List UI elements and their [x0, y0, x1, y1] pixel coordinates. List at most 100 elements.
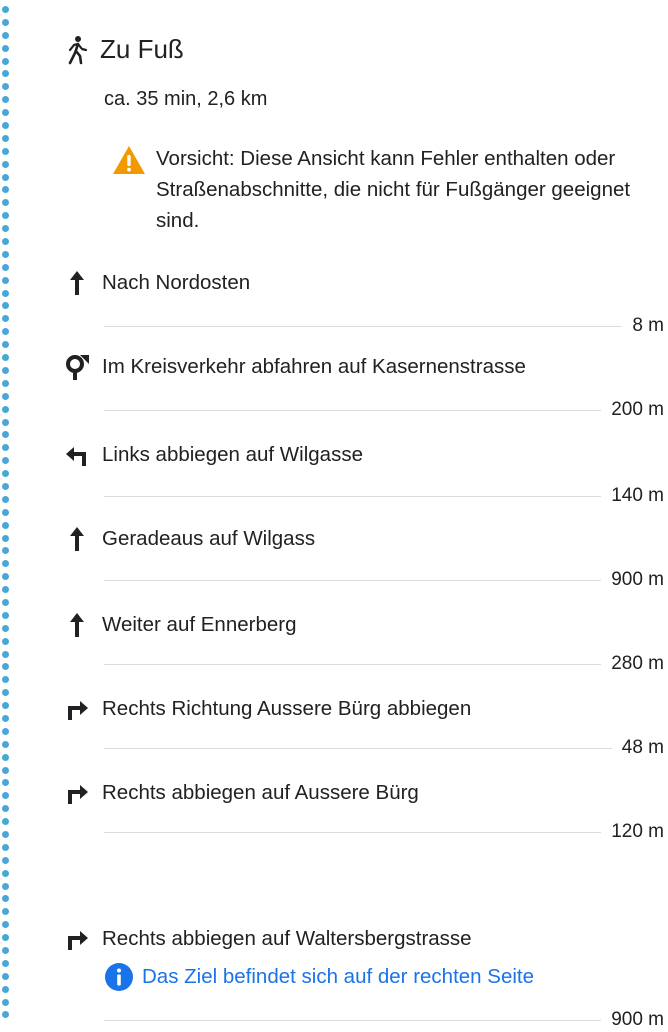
route-dot [1, 921, 9, 929]
route-dot [1, 805, 9, 813]
route-dot [1, 727, 9, 735]
route-dot [1, 238, 9, 246]
route-dot [1, 740, 9, 748]
step-distance: 200 m [611, 399, 664, 420]
route-dot [1, 534, 9, 542]
warning-text: Vorsicht: Diese Ansicht kann Fehler enth… [156, 147, 631, 232]
route-dot [1, 560, 9, 568]
warning-triangle-icon [113, 146, 145, 174]
direction-step[interactable]: Im Kreisverkehr abfahren auf Kasernenstr… [62, 352, 662, 382]
route-summary: ca. 35 min, 2,6 km [104, 88, 268, 110]
step-instruction: Rechts abbiegen auf Waltersbergstrasse [102, 927, 472, 950]
step-instruction: Im Kreisverkehr abfahren auf Kasernenstr… [102, 355, 526, 378]
route-dot [1, 521, 9, 529]
route-dot [1, 289, 9, 297]
route-dot [1, 1011, 9, 1019]
step-distance-row: 120 m [104, 820, 664, 844]
route-dot [1, 869, 9, 877]
direction-step[interactable]: Rechts abbiegen auf Waltersbergstrasse [62, 924, 662, 954]
direction-step[interactable]: Rechts Richtung Aussere Bürg abbiegen [62, 694, 662, 724]
route-dot [1, 792, 9, 800]
route-dot [1, 947, 9, 955]
route-dot [1, 70, 9, 78]
route-dot [1, 457, 9, 465]
route-dot [1, 160, 9, 168]
straight-arrow-icon [62, 268, 92, 298]
info-icon [105, 963, 133, 991]
route-dot [1, 366, 9, 374]
route-dot [1, 934, 9, 942]
route-dot [1, 392, 9, 400]
route-dot [1, 147, 9, 155]
route-dot [1, 250, 9, 258]
step-instruction: Geradeaus auf Wilgass [102, 527, 316, 550]
step-instruction: Links abbiegen auf Wilgasse [102, 443, 363, 466]
step-distance-row: 140 m [104, 484, 664, 508]
direction-step[interactable]: Links abbiegen auf Wilgasse [62, 440, 662, 470]
route-dot [1, 225, 9, 233]
step-instruction: Nach Nordosten [102, 271, 251, 294]
route-dot [1, 470, 9, 478]
route-dot [1, 895, 9, 903]
route-dot [1, 624, 9, 632]
route-dot [1, 328, 9, 336]
walking-person-icon [68, 35, 88, 64]
turn-right-icon [62, 778, 92, 808]
route-dot [1, 31, 9, 39]
direction-step[interactable]: Geradeaus auf Wilgass [62, 524, 662, 554]
route-dot [1, 354, 9, 362]
step-distance: 280 m [611, 653, 664, 674]
route-dot [1, 908, 9, 916]
turn-right-icon [62, 924, 92, 954]
route-dotted-line [0, 6, 10, 1026]
direction-step[interactable]: Rechts abbiegen auf Aussere Bürg [62, 778, 662, 808]
route-dot [1, 444, 9, 452]
step-distance-row: 900 m [104, 568, 664, 592]
route-dot [1, 598, 9, 606]
step-instruction: Rechts Richtung Aussere Bürg abbiegen [102, 697, 472, 720]
route-dot [1, 676, 9, 684]
travel-mode-title: Zu Fuß [100, 34, 184, 64]
route-dot [1, 547, 9, 555]
route-dot [1, 482, 9, 490]
route-dot [1, 831, 9, 838]
route-dot [1, 882, 9, 890]
route-dot [1, 843, 9, 851]
direction-step[interactable]: Nach Nordosten [62, 268, 662, 298]
travel-mode-header: Zu Fuß [66, 34, 184, 65]
route-dot [1, 508, 9, 516]
distance-divider [104, 747, 612, 749]
step-distance: 120 m [611, 821, 664, 842]
step-distance-row: 8 m [104, 314, 664, 338]
step-distance-row: 200 m [104, 398, 664, 422]
step-distance: 8 m [632, 315, 664, 336]
route-dot [1, 998, 9, 1006]
route-dot [1, 818, 9, 826]
route-dot [1, 263, 9, 271]
turn-right-icon [62, 694, 92, 724]
route-dot [1, 212, 9, 220]
route-dot [1, 18, 9, 26]
route-dot [1, 302, 9, 310]
route-dot [1, 972, 9, 980]
route-dot [1, 663, 9, 671]
route-dot [1, 134, 9, 142]
route-dot [1, 83, 9, 91]
route-dot [1, 637, 9, 645]
route-dot [1, 702, 9, 710]
destination-note-text: Das Ziel befindet sich auf der rechten S… [142, 965, 534, 988]
route-dot [1, 44, 9, 52]
route-dot [1, 714, 9, 722]
direction-step[interactable]: Weiter auf Ennerberg [62, 610, 662, 640]
straight-arrow-icon [62, 524, 92, 554]
route-dot [1, 586, 9, 594]
route-dot [1, 186, 9, 194]
route-dot [1, 779, 9, 787]
route-dot [1, 689, 9, 697]
step-distance: 900 m [611, 569, 664, 590]
route-dot [1, 109, 9, 117]
route-dot [1, 650, 9, 658]
route-dot [1, 199, 9, 207]
route-dot [1, 856, 9, 864]
route-dot [1, 173, 9, 181]
